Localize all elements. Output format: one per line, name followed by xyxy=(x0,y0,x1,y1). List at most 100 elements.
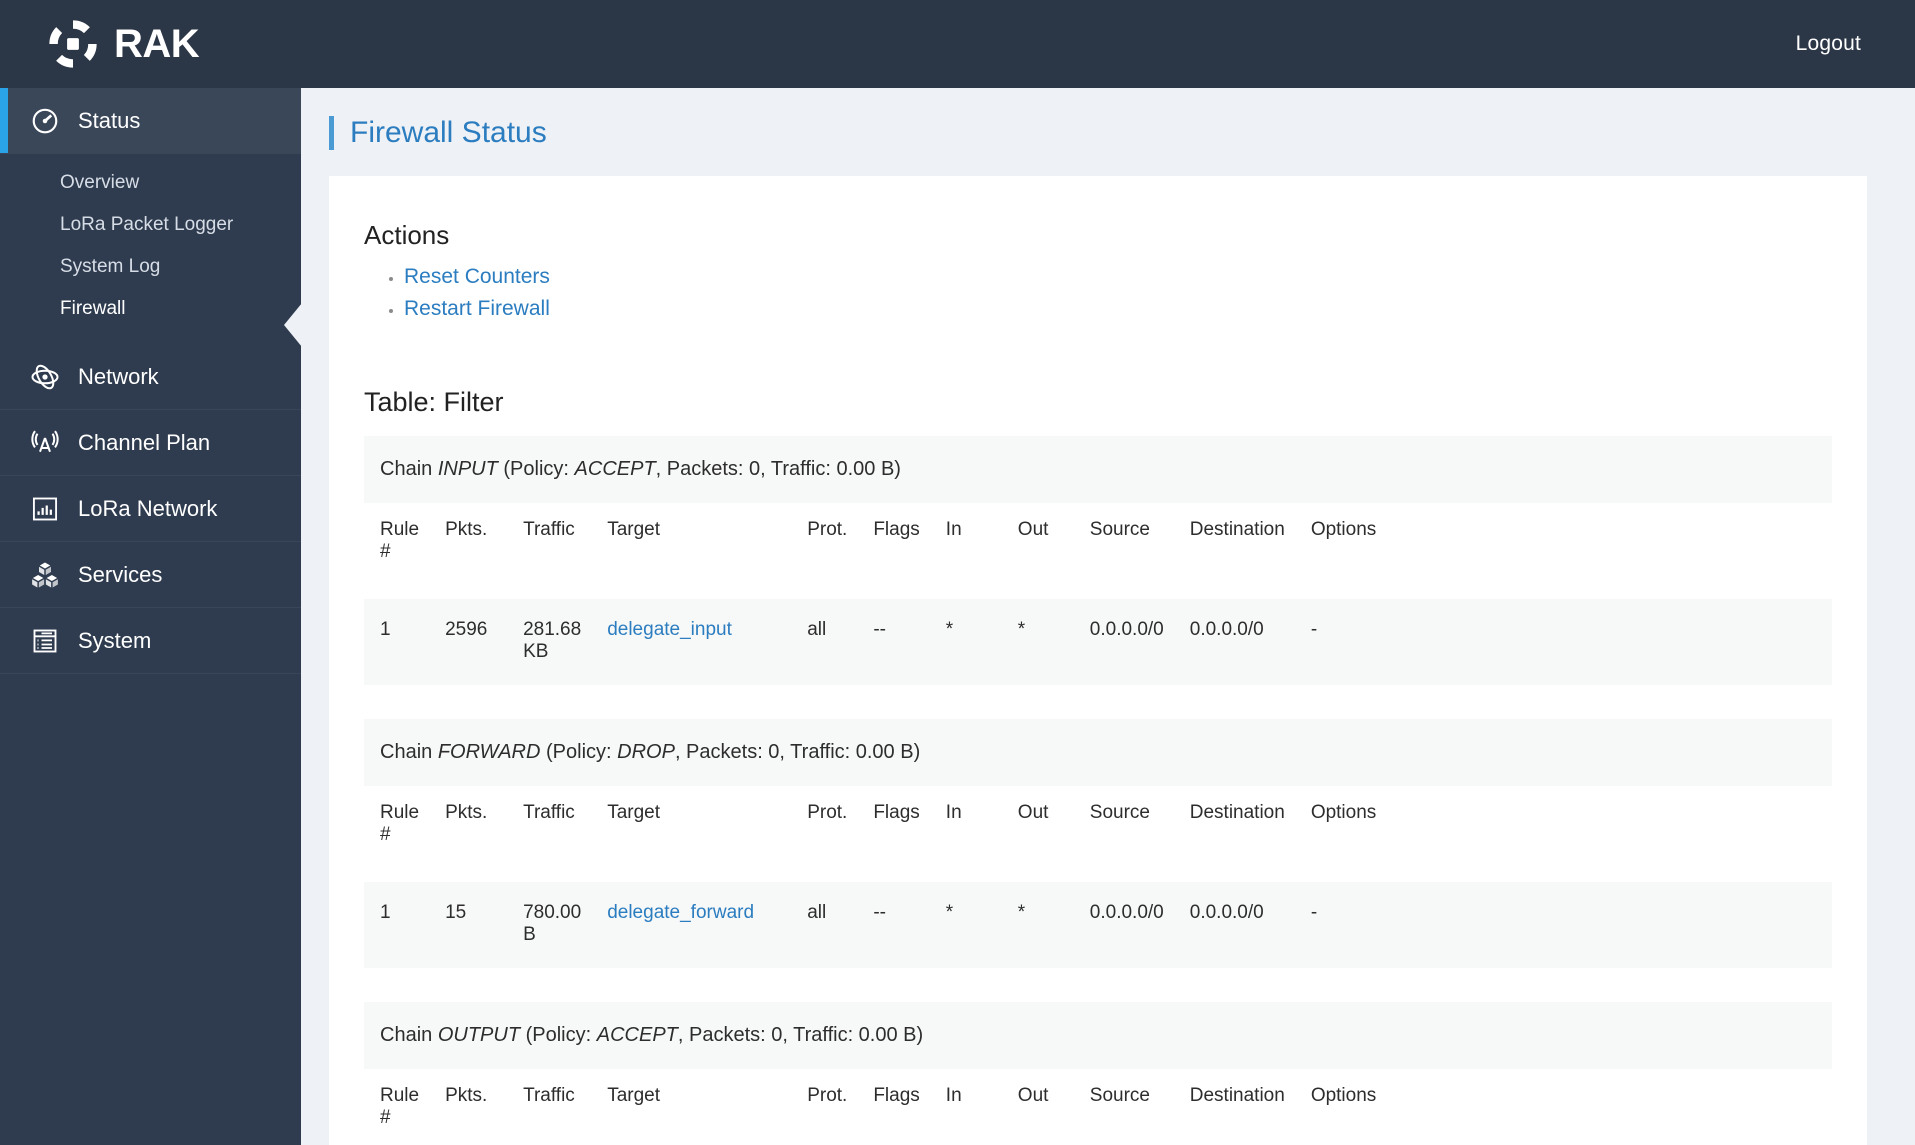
actions-heading: Actions xyxy=(364,220,450,250)
target-link[interactable]: delegate_forward xyxy=(607,902,754,923)
chain-name: FORWARD xyxy=(437,741,541,763)
gauge-icon xyxy=(28,106,62,136)
sidebar-item-channel-plan[interactable]: Channel Plan xyxy=(0,410,301,476)
logout-button[interactable]: Logout xyxy=(1796,32,1861,56)
table-row: 1 15 780.00 B delegate_forward all -- * … xyxy=(364,882,1832,968)
chain-header-text: Chain OUTPUT (Policy: ACCEPT, Packets: 0… xyxy=(364,1002,1832,1069)
antenna-icon xyxy=(28,428,62,458)
actions-list: Reset Counters Restart Firewall xyxy=(329,265,1867,321)
col-target: Target xyxy=(591,786,792,882)
cell-options: - xyxy=(1294,882,1832,968)
top-bar: RAK Logout xyxy=(0,0,1915,88)
cell-rule: 1 xyxy=(364,599,430,685)
col-pkts: Pkts. xyxy=(429,1069,508,1145)
page-title: Firewall Status xyxy=(350,116,547,149)
cell-prot: all xyxy=(791,882,858,968)
sidebar-item-label: Network xyxy=(78,363,159,389)
col-out: Out xyxy=(1001,503,1074,599)
col-pkts: Pkts. xyxy=(429,503,508,599)
page-title-accent-bar xyxy=(329,116,334,150)
restart-firewall-link[interactable]: Restart Firewall xyxy=(404,297,550,320)
sidebar-item-system[interactable]: System xyxy=(0,608,301,674)
selected-subitem-arrow-icon xyxy=(284,303,302,347)
rak-swirl-logo-icon xyxy=(49,20,97,68)
chain-header-forward: Chain FORWARD (Policy: DROP, Packets: 0,… xyxy=(364,719,1832,786)
cell-traffic: 281.68 KB xyxy=(507,599,592,685)
sidebar-item-lora-network[interactable]: LoRa Network xyxy=(0,476,301,542)
sidebar-subitem-overview[interactable]: Overview xyxy=(0,162,301,204)
cell-prot: all xyxy=(791,599,858,685)
cell-pkts: 15 xyxy=(429,882,508,968)
col-rule: Rule # xyxy=(364,503,430,599)
sidebar-item-label: LoRa Network xyxy=(78,495,218,521)
target-link[interactable]: delegate_input xyxy=(607,619,732,640)
table-body: Chain INPUT (Policy: ACCEPT, Packets: 0,… xyxy=(364,436,1832,1145)
cell-out: * xyxy=(1001,599,1074,685)
col-flags: Flags xyxy=(857,786,930,882)
col-out: Out xyxy=(1001,1069,1074,1145)
sidebar-item-label: Channel Plan xyxy=(78,429,211,455)
col-options: Options xyxy=(1294,503,1832,599)
column-header-row: Rule # Pkts. Traffic Target Prot. Flags … xyxy=(364,786,1832,882)
list-item: Reset Counters xyxy=(404,265,1867,289)
cell-flags: -- xyxy=(857,882,930,968)
table-row: 1 2596 281.68 KB delegate_input all -- *… xyxy=(364,599,1832,685)
sidebar-item-label: Status xyxy=(78,107,141,133)
brand-name: RAK xyxy=(114,22,200,66)
reset-counters-link[interactable]: Reset Counters xyxy=(404,265,550,288)
col-in: In xyxy=(929,786,1002,882)
cell-rule: 1 xyxy=(364,882,430,968)
col-target: Target xyxy=(591,1069,792,1145)
col-traffic: Traffic xyxy=(507,1069,592,1145)
sidebar-item-services[interactable]: Services xyxy=(0,542,301,608)
col-rule: Rule # xyxy=(364,786,430,882)
row-spacer xyxy=(364,968,1832,1002)
cell-out: * xyxy=(1001,882,1074,968)
cell-in: * xyxy=(929,599,1002,685)
list-panel-icon xyxy=(28,626,62,656)
sidebar-item-status[interactable]: Status xyxy=(0,88,301,154)
chain-name: OUTPUT xyxy=(437,1024,521,1046)
main-content: Firewall Status Actions Reset Counters R… xyxy=(301,88,1915,1145)
col-destination: Destination xyxy=(1173,1069,1295,1145)
col-target: Target xyxy=(591,503,792,599)
col-in: In xyxy=(929,503,1002,599)
cell-source: 0.0.0.0/0 xyxy=(1073,599,1174,685)
cell-in: * xyxy=(929,882,1002,968)
col-options: Options xyxy=(1294,786,1832,882)
sidebar-subitem-firewall[interactable]: Firewall xyxy=(0,288,301,330)
col-prot: Prot. xyxy=(791,1069,858,1145)
table-heading: Table: Filter xyxy=(364,387,504,417)
column-header-row: Rule # Pkts. Traffic Target Prot. Flags … xyxy=(364,1069,1832,1145)
cell-source: 0.0.0.0/0 xyxy=(1073,882,1174,968)
chain-policy: ACCEPT xyxy=(574,458,656,480)
chain-header-input: Chain INPUT (Policy: ACCEPT, Packets: 0,… xyxy=(364,436,1832,503)
cell-target: delegate_input xyxy=(591,599,792,685)
list-item: Restart Firewall xyxy=(404,297,1867,321)
page-header: Firewall Status xyxy=(301,88,1915,176)
sidebar-item-label: Services xyxy=(78,561,163,587)
col-traffic: Traffic xyxy=(507,786,592,882)
row-spacer xyxy=(364,685,1832,719)
chain-header-text: Chain FORWARD (Policy: DROP, Packets: 0,… xyxy=(364,719,1832,786)
atom-icon xyxy=(28,362,62,392)
sidebar-item-label: System xyxy=(78,627,152,653)
col-destination: Destination xyxy=(1173,503,1295,599)
col-pkts: Pkts. xyxy=(429,786,508,882)
cell-options: - xyxy=(1294,599,1832,685)
col-out: Out xyxy=(1001,786,1074,882)
col-source: Source xyxy=(1073,1069,1174,1145)
col-source: Source xyxy=(1073,503,1174,599)
cell-pkts: 2596 xyxy=(429,599,508,685)
col-flags: Flags xyxy=(857,1069,930,1145)
col-in: In xyxy=(929,1069,1002,1145)
sidebar-subitem-lora-packet-logger[interactable]: LoRa Packet Logger xyxy=(0,204,301,246)
cell-target: delegate_forward xyxy=(591,882,792,968)
sidebar-item-network[interactable]: Network xyxy=(0,344,301,410)
content-card: Actions Reset Counters Restart Firewall … xyxy=(329,176,1867,1145)
sidebar-subitem-system-log[interactable]: System Log xyxy=(0,246,301,288)
boxes-icon xyxy=(28,560,62,590)
cell-flags: -- xyxy=(857,599,930,685)
brand[interactable]: RAK xyxy=(46,17,200,71)
col-rule: Rule # xyxy=(364,1069,430,1145)
